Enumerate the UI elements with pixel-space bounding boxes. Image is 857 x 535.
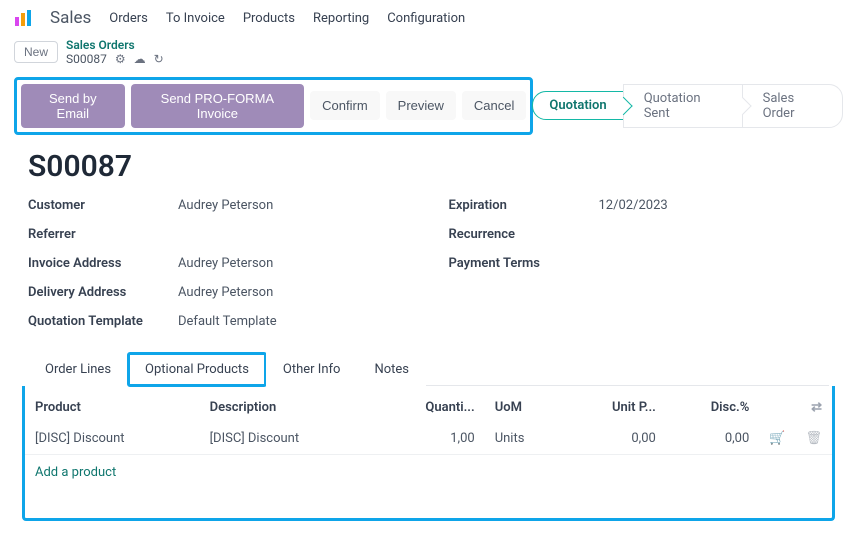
cart-icon[interactable]: 🛒 [769,431,785,446]
gear-icon[interactable]: ⚙ [115,52,126,66]
label-invoice-address: Invoice Address [28,256,178,271]
cell-description[interactable]: [DISC] Discount [200,423,375,455]
notebook-tabs: Order Lines Optional Products Other Info… [28,353,829,386]
stage-sales-order[interactable]: Sales Order [742,84,843,128]
menu-products[interactable]: Products [243,11,295,26]
menu-orders[interactable]: Orders [109,11,148,26]
form-sheet: S00087 Customer Audrey Peterson Expirati… [0,145,857,535]
col-quantity: Quanti... [374,392,484,423]
send-proforma-button[interactable]: Send PRO-FORMA Invoice [131,84,305,128]
tab-optional-products[interactable]: Optional Products [128,353,266,386]
menu-configuration[interactable]: Configuration [387,11,465,26]
breadcrumb-record-id: S00087 [66,52,107,66]
tab-other-info[interactable]: Other Info [266,353,358,386]
adjust-columns-icon[interactable]: ⇄ [811,400,822,415]
value-expiration[interactable]: 12/02/2023 [599,198,830,213]
action-buttons-group: Send by Email Send PRO-FORMA Invoice Con… [14,77,533,135]
app-logo-icon [14,9,32,27]
cell-product[interactable]: [DISC] Discount [25,423,200,455]
optional-products-panel: Product Description Quanti... UoM Unit P… [22,386,835,521]
col-unit-price: Unit P... [564,392,666,423]
form-grid: Customer Audrey Peterson Expiration 12/0… [28,198,829,329]
cell-discount[interactable]: 0,00 [666,423,759,455]
tab-notes[interactable]: Notes [357,353,426,386]
value-invoice-address[interactable]: Audrey Peterson [178,256,409,271]
add-product-link[interactable]: Add a product [25,455,832,490]
cancel-button[interactable]: Cancel [462,91,526,120]
menu-to-invoice[interactable]: To Invoice [166,11,225,26]
breadcrumb-root[interactable]: Sales Orders [66,38,164,52]
label-recurrence: Recurrence [449,227,599,242]
refresh-icon[interactable]: ↻ [154,52,164,66]
col-discount: Disc.% [666,392,759,423]
cell-uom[interactable]: Units [485,423,564,455]
stage-quotation[interactable]: Quotation [532,91,623,120]
stage-indicator: Quotation Quotation Sent Sales Order [533,84,843,128]
preview-button[interactable]: Preview [386,91,456,120]
col-product: Product [25,392,200,423]
col-uom: UoM [485,392,564,423]
top-menubar: Sales Orders To Invoice Products Reporti… [0,0,857,32]
cell-quantity[interactable]: 1,00 [374,423,484,455]
label-referrer: Referrer [28,227,178,242]
label-quotation-template: Quotation Template [28,314,178,329]
app-name: Sales [50,8,91,28]
new-button[interactable]: New [14,41,58,63]
send-email-button[interactable]: Send by Email [21,84,125,128]
label-payment-terms: Payment Terms [449,256,599,271]
optional-products-table: Product Description Quanti... UoM Unit P… [25,392,832,455]
stage-quotation-sent[interactable]: Quotation Sent [623,84,743,128]
menu-reporting[interactable]: Reporting [313,11,369,26]
confirm-button[interactable]: Confirm [310,91,380,120]
record-title: S00087 [28,149,829,184]
value-quotation-template[interactable]: Default Template [178,314,409,329]
cloud-icon[interactable]: ☁ [134,52,146,66]
label-expiration: Expiration [449,198,599,213]
table-row[interactable]: [DISC] Discount [DISC] Discount 1,00 Uni… [25,423,832,455]
trash-icon[interactable]: 🗑 [805,431,822,446]
action-status-bar: Send by Email Send PRO-FORMA Invoice Con… [0,77,857,145]
value-customer[interactable]: Audrey Peterson [178,198,409,213]
breadcrumb-bar: New Sales Orders S00087 ⚙ ☁ ↻ [0,32,857,73]
breadcrumb: Sales Orders S00087 ⚙ ☁ ↻ [66,38,164,67]
cell-unit-price[interactable]: 0,00 [564,423,666,455]
label-customer: Customer [28,198,178,213]
tab-order-lines[interactable]: Order Lines [28,353,128,386]
col-description: Description [200,392,375,423]
label-delivery-address: Delivery Address [28,285,178,300]
value-delivery-address[interactable]: Audrey Peterson [178,285,409,300]
